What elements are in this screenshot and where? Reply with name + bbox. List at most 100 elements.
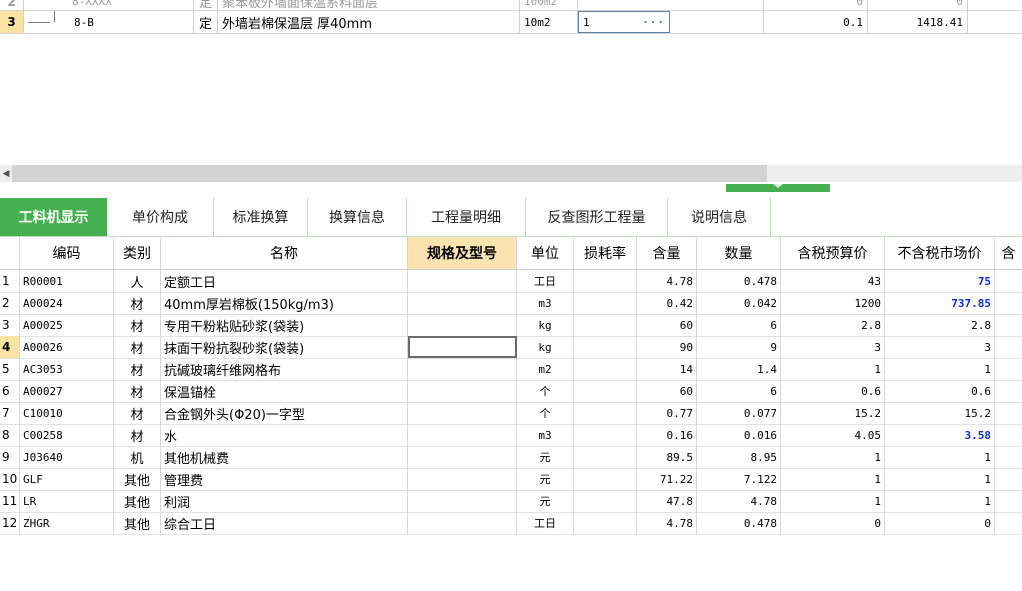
table-row[interactable]: 8 C00258 材水 m3 0.16 0.016 4.05 3.58 xyxy=(0,424,1022,447)
resource-market-price[interactable]: 1 xyxy=(885,468,995,490)
resource-quantity[interactable]: 6 xyxy=(697,314,781,336)
table-row[interactable]: 2 A00024 材 40mm厚岩棉板(150kg/m3) m3 0.42 0.042 120… xyxy=(0,292,1022,315)
resource-spec[interactable] xyxy=(408,358,517,380)
scroll-left-icon[interactable]: ◀ xyxy=(0,165,12,182)
resource-content[interactable]: 14 xyxy=(637,358,697,380)
header-unit[interactable]: 单位 xyxy=(517,237,574,269)
table-row[interactable]: 9 J03640 机其他机械费元 89.5 8.95 1 1 xyxy=(0,446,1022,469)
header-code[interactable]: 编码 xyxy=(20,237,114,269)
resource-spec[interactable] xyxy=(408,270,517,292)
resource-spec[interactable] xyxy=(408,402,517,424)
resource-loss-rate[interactable] xyxy=(574,402,637,424)
resource-quantity[interactable]: 8.95 xyxy=(697,446,781,468)
quantity-value[interactable]: 1 xyxy=(583,16,590,29)
resource-spec[interactable] xyxy=(408,314,517,336)
table-row[interactable]: 1 R00001 人定额工日 工日 4.78 0.478 43 75 xyxy=(0,270,1022,293)
table-row[interactable]: 4 A00026 材抹面干粉抗裂砂浆(袋装) kg 90 9 3 3 xyxy=(0,336,1022,359)
header-tax-budget-price[interactable]: 含税预算价 xyxy=(781,237,885,269)
resource-quantity[interactable]: 0.478 xyxy=(697,270,781,292)
header-content[interactable]: 含量 xyxy=(637,237,697,269)
resource-quantity[interactable]: 1.4 xyxy=(697,358,781,380)
panel-splitter[interactable] xyxy=(726,184,830,192)
resource-budget-price[interactable]: 2.8 xyxy=(781,314,885,336)
resource-budget-price[interactable]: 0.6 xyxy=(781,380,885,402)
resource-quantity[interactable]: 4.78 xyxy=(697,490,781,512)
quota-row-partial[interactable]: 2 8-XXXX 定 聚苯板外墙面保温系料面层 100m2 0 0 xyxy=(0,0,1022,11)
resource-market-price[interactable]: 15.2 xyxy=(885,402,995,424)
resource-content[interactable]: 0.42 xyxy=(637,292,697,314)
quota-row-selected[interactable]: 3 8-B 定 外墙岩棉保温层 厚40mm 10m2 1 ··· 0.1 141… xyxy=(0,11,1022,34)
tab-standard-conversion[interactable]: 标准换算 xyxy=(214,198,308,236)
resource-spec[interactable] xyxy=(408,336,517,358)
resource-quantity[interactable]: 0.478 xyxy=(697,512,781,534)
resource-content[interactable]: 71.22 xyxy=(637,468,697,490)
header-name[interactable]: 名称 xyxy=(161,237,408,269)
table-row[interactable]: 7 C10010 材合金钢外头(Φ20)一字型个 0.77 0.077 15.2 15.2 xyxy=(0,402,1022,425)
header-category[interactable]: 类别 xyxy=(114,237,161,269)
resource-budget-price[interactable]: 1 xyxy=(781,358,885,380)
tab-conversion-info[interactable]: 换算信息 xyxy=(308,198,407,236)
resource-content[interactable]: 89.5 xyxy=(637,446,697,468)
resource-quantity[interactable]: 7.122 xyxy=(697,468,781,490)
header-spec[interactable]: 规格及型号 xyxy=(408,237,517,269)
resource-content[interactable]: 47.8 xyxy=(637,490,697,512)
header-market-price[interactable]: 不含税市场价 xyxy=(885,237,995,269)
horizontal-scrollbar[interactable]: ◀ xyxy=(0,165,1022,182)
resource-spec[interactable] xyxy=(408,292,517,314)
resource-loss-rate[interactable] xyxy=(574,270,637,292)
resource-market-price[interactable]: 1 xyxy=(885,446,995,468)
resource-budget-price[interactable]: 43 xyxy=(781,270,885,292)
tab-unit-price[interactable]: 单价构成 xyxy=(107,198,214,236)
quantity-input[interactable]: 1 ··· xyxy=(578,11,670,33)
tab-resource-display[interactable]: 工料机显示 xyxy=(0,198,107,236)
resource-content[interactable]: 60 xyxy=(637,380,697,402)
resource-loss-rate[interactable] xyxy=(574,490,637,512)
tab-quantity-detail[interactable]: 工程量明细 xyxy=(407,198,526,236)
resource-content[interactable]: 4.78 xyxy=(637,270,697,292)
tab-graphic-quantity[interactable]: 反查图形工程量 xyxy=(526,198,668,236)
resource-budget-price[interactable]: 4.05 xyxy=(781,424,885,446)
scroll-thumb[interactable] xyxy=(12,165,767,182)
table-row[interactable]: 11 LR 其他 利润元 47.8 4.78 1 1 xyxy=(0,490,1022,513)
resource-spec[interactable] xyxy=(408,424,517,446)
resource-spec[interactable] xyxy=(408,446,517,468)
resource-spec[interactable] xyxy=(408,490,517,512)
header-extra[interactable]: 含 xyxy=(995,237,1022,269)
resource-loss-rate[interactable] xyxy=(574,512,637,534)
resource-loss-rate[interactable] xyxy=(574,358,637,380)
resource-spec[interactable] xyxy=(408,380,517,402)
resource-loss-rate[interactable] xyxy=(574,468,637,490)
table-row[interactable]: 12 ZHGR 其他 综合工日 工日 4.78 0.478 0 0 xyxy=(0,512,1022,535)
resource-market-price[interactable]: 2.8 xyxy=(885,314,995,336)
resource-market-price[interactable]: 3 xyxy=(885,336,995,358)
resource-quantity[interactable]: 0.077 xyxy=(697,402,781,424)
resource-content[interactable]: 60 xyxy=(637,314,697,336)
resource-quantity[interactable]: 9 xyxy=(697,336,781,358)
resource-budget-price[interactable]: 3 xyxy=(781,336,885,358)
resource-content[interactable]: 4.78 xyxy=(637,512,697,534)
tab-description[interactable]: 说明信息 xyxy=(668,198,771,236)
resource-budget-price[interactable]: 15.2 xyxy=(781,402,885,424)
resource-spec[interactable] xyxy=(408,512,517,534)
resource-content[interactable]: 0.16 xyxy=(637,424,697,446)
table-row[interactable]: 10 GLF 其他 管理费元 71.22 7.122 1 1 xyxy=(0,468,1022,491)
resource-loss-rate[interactable] xyxy=(574,336,637,358)
resource-market-price[interactable]: 0.6 xyxy=(885,380,995,402)
resource-loss-rate[interactable] xyxy=(574,292,637,314)
resource-budget-price[interactable]: 1 xyxy=(781,468,885,490)
resource-market-price[interactable]: 3.58 xyxy=(885,424,995,446)
resource-spec[interactable] xyxy=(408,468,517,490)
resource-budget-price[interactable]: 1 xyxy=(781,490,885,512)
ellipsis-button[interactable]: ··· xyxy=(642,16,665,29)
resource-content[interactable]: 0.77 xyxy=(637,402,697,424)
resource-loss-rate[interactable] xyxy=(574,314,637,336)
resource-market-price[interactable]: 737.85 xyxy=(885,292,995,314)
resource-budget-price[interactable]: 1200 xyxy=(781,292,885,314)
table-row[interactable]: 3 A00025 材专用干粉粘贴砂浆(袋装) kg 60 6 2.8 2.8 xyxy=(0,314,1022,337)
resource-quantity[interactable]: 6 xyxy=(697,380,781,402)
resource-quantity[interactable]: 0.016 xyxy=(697,424,781,446)
header-quantity[interactable]: 数量 xyxy=(697,237,781,269)
resource-budget-price[interactable]: 1 xyxy=(781,446,885,468)
resource-budget-price[interactable]: 0 xyxy=(781,512,885,534)
resource-market-price[interactable]: 1 xyxy=(885,358,995,380)
